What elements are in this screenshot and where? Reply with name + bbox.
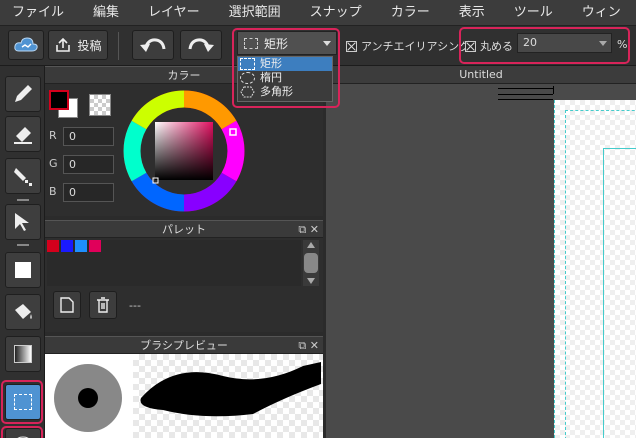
delete-palette-button[interactable]: [89, 291, 117, 319]
antialias-label: アンチエイリアシング: [361, 40, 471, 53]
brush-stroke-preview: [140, 362, 321, 417]
new-palette-icon: [60, 297, 74, 313]
canvas-ruler-marks: [498, 86, 558, 100]
canvas-document[interactable]: [554, 100, 636, 438]
app-window: ファイル 編集 レイヤー 選択範囲 スナップ カラー 表示 ツール ウィン 投稿: [0, 0, 636, 438]
new-palette-button[interactable]: [53, 291, 81, 319]
menu-tool[interactable]: ツール: [502, 0, 570, 26]
color-wheel[interactable]: [122, 89, 246, 213]
fill-icon: [14, 168, 32, 186]
tool-group-divider: [17, 199, 29, 201]
menu-bar: ファイル 編集 レイヤー 選択範囲 スナップ カラー 表示 ツール ウィン: [0, 0, 636, 26]
canvas-title-bar: Untitled: [326, 66, 636, 84]
menu-edit[interactable]: 編集: [81, 0, 136, 26]
close-icon[interactable]: ✕: [310, 223, 319, 236]
antialias-option: アンチエイリアシング: [346, 38, 470, 54]
menu-file[interactable]: ファイル: [0, 0, 81, 26]
post-button[interactable]: 投稿: [48, 30, 108, 60]
palette-swatch[interactable]: [61, 240, 73, 252]
brush-stroke-area: [133, 354, 323, 438]
eraser-icon: [14, 127, 32, 144]
g-input[interactable]: 0: [63, 155, 114, 174]
inner-frame-guide: [603, 148, 636, 438]
trash-icon: [97, 297, 109, 313]
upload-icon: [56, 37, 71, 52]
menu-window[interactable]: ウィン: [570, 0, 636, 26]
brush-preview-header: ブラシプレビュー ⧉ ✕: [45, 336, 323, 354]
popout-icon[interactable]: ⧉: [298, 339, 306, 352]
palette-swatch[interactable]: [75, 240, 87, 252]
undo-button[interactable]: [132, 30, 174, 60]
round-highlight: [459, 27, 630, 64]
eraser-tool[interactable]: [5, 116, 41, 152]
cloud-icon: [14, 37, 38, 52]
palette-swatch[interactable]: [89, 240, 101, 252]
palette-name: ---: [129, 299, 141, 312]
canvas-title: Untitled: [459, 68, 503, 81]
palette-panel-header: パレット ⧉ ✕: [45, 220, 323, 238]
palette-panel: ---: [45, 238, 323, 332]
antialias-checkbox[interactable]: [346, 40, 357, 52]
move-tool[interactable]: [5, 204, 41, 240]
move-icon: [15, 213, 29, 231]
pen-tool[interactable]: [5, 76, 41, 112]
palette-scrollbar[interactable]: [303, 240, 319, 286]
popout-icon[interactable]: ⧉: [298, 223, 306, 236]
bucket-icon: [15, 304, 32, 319]
scroll-down-icon[interactable]: [307, 278, 315, 284]
b-label: B: [49, 185, 57, 198]
menu-layer[interactable]: レイヤー: [136, 0, 217, 26]
brush-preview-title: ブラシプレビュー: [140, 339, 228, 352]
rect-fill-tool[interactable]: [5, 252, 41, 288]
brush-preview-panel: [45, 354, 323, 438]
menu-view[interactable]: 表示: [447, 0, 502, 26]
foreground-color-swatch[interactable]: [49, 90, 69, 110]
close-icon[interactable]: ✕: [310, 339, 319, 352]
shape-highlight: [232, 28, 340, 108]
scroll-thumb[interactable]: [304, 253, 318, 273]
cloud-button[interactable]: [8, 30, 44, 60]
menu-snap[interactable]: スナップ: [298, 0, 379, 26]
pen-icon: [15, 85, 32, 102]
bucket-tool[interactable]: [5, 294, 41, 330]
scroll-up-icon[interactable]: [307, 242, 315, 248]
palette-swatch-area: [47, 240, 301, 286]
toolbar-separator: [118, 32, 119, 60]
menu-color[interactable]: カラー: [379, 0, 447, 26]
transparent-color-swatch[interactable]: [89, 94, 111, 116]
undo-icon: [140, 38, 166, 52]
brush-tip-preview: [54, 364, 122, 432]
b-input[interactable]: 0: [63, 183, 114, 202]
rect-fill-icon: [15, 262, 31, 278]
palette-panel-title: パレット: [162, 223, 206, 236]
gradient-icon: [14, 345, 32, 363]
r-input[interactable]: 0: [63, 127, 114, 146]
tool-group-divider: [17, 244, 29, 246]
g-label: G: [49, 157, 58, 170]
redo-button[interactable]: [180, 30, 222, 60]
gradient-tool[interactable]: [5, 336, 41, 372]
redo-icon: [188, 38, 214, 52]
tool-highlight-partial: [1, 426, 43, 438]
r-label: R: [49, 129, 57, 142]
palette-swatch[interactable]: [47, 240, 59, 252]
fill-tool[interactable]: [5, 158, 41, 194]
color-panel-title: カラー: [167, 69, 201, 82]
menu-selection[interactable]: 選択範囲: [217, 0, 298, 26]
tool-highlight: [1, 380, 43, 424]
post-label: 投稿: [77, 38, 102, 53]
canvas-area[interactable]: Untitled: [326, 66, 636, 438]
